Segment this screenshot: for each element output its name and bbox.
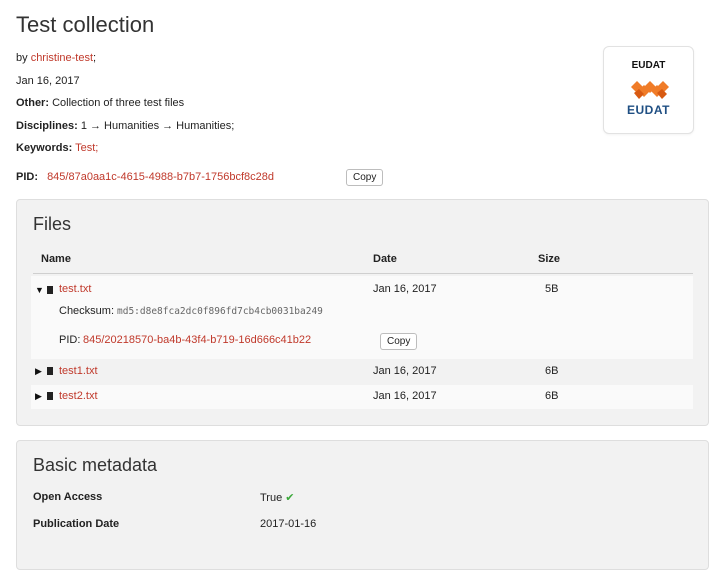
by-label: by (16, 52, 28, 64)
file-pid-link[interactable]: 845/20218570-ba4b-43f4-b719-16d666c41b22 (83, 334, 311, 346)
file-icon (47, 367, 53, 375)
file-row-test1-txt: ▶ test1.txt Jan 16, 2017 6B (31, 360, 693, 384)
author-link[interactable]: christine-test (31, 52, 93, 64)
chevron-down-icon[interactable]: ▼ (35, 285, 44, 295)
record-date: Jan 16, 2017 (16, 75, 80, 87)
disciplines-label: Disciplines: (16, 120, 78, 132)
publication-date-value: 2017-01-16 (260, 518, 317, 530)
file-size: 6B (545, 365, 559, 377)
file-icon (47, 286, 53, 294)
record-pid-row: PID: 845/87a0aa1c-4615-4988-b7b7-1756bcf… (16, 171, 274, 183)
header-divider (33, 273, 693, 274)
badge-title: EUDAT (631, 60, 666, 71)
basic-metadata-panel: Basic metadata Open Access True ✔ Public… (16, 440, 709, 570)
publication-date-label: Publication Date (33, 518, 120, 530)
pid-label: PID: (16, 171, 38, 183)
copy-file-pid-button[interactable]: Copy (380, 333, 418, 350)
file-name-link[interactable]: test2.txt (59, 390, 98, 402)
files-panel: Files Name Date Size ▼ test.txt Jan 16, … (16, 199, 709, 426)
checkmark-icon: ✔ (285, 492, 295, 504)
checksum-value: md5:d8e8fca2dc0f896fd7cb4cb0031ba249 (117, 306, 323, 317)
file-name-link[interactable]: test.txt (59, 283, 91, 295)
open-access-label: Open Access (33, 491, 103, 503)
keywords-line: Keywords: Test; (16, 142, 98, 154)
open-access-value-wrap: True ✔ (260, 491, 295, 504)
column-header-date[interactable]: Date (373, 253, 397, 265)
file-icon (47, 392, 53, 400)
copy-record-pid-button[interactable]: Copy (346, 169, 384, 186)
other-line: Other: Collection of three test files (16, 97, 184, 109)
column-header-name[interactable]: Name (41, 253, 71, 265)
column-header-size[interactable]: Size (538, 253, 560, 265)
eudat-logo-icon (631, 81, 669, 99)
file-date: Jan 16, 2017 (373, 365, 437, 377)
badge-logo-text: EUDAT (627, 103, 670, 117)
other-label: Other: (16, 97, 49, 109)
eudat-badge[interactable]: EUDAT EUDAT (603, 46, 694, 134)
file-pid-label: PID: (59, 334, 81, 346)
file-row-test2-txt: ▶ test2.txt Jan 16, 2017 6B (31, 385, 693, 409)
page-title: Test collection (16, 12, 155, 37)
chevron-right-icon[interactable]: ▶ (35, 391, 42, 402)
file-date: Jan 16, 2017 (373, 283, 437, 295)
disciplines-line: Disciplines: 1 → Humanities → Humanities… (16, 120, 234, 132)
author-suffix: ; (93, 52, 97, 64)
disciplines-value: 1 → Humanities → Humanities; (80, 120, 235, 132)
chevron-right-icon[interactable]: ▶ (35, 366, 42, 377)
file-date: Jan 16, 2017 (373, 390, 437, 402)
file-size: 6B (545, 390, 559, 402)
keyword-link[interactable]: Test; (75, 142, 98, 154)
files-heading: Files (33, 214, 72, 234)
file-size: 5B (545, 283, 559, 295)
author-line: by christine-test; (16, 52, 96, 64)
file-name-link[interactable]: test1.txt (59, 365, 98, 377)
file-row-test-txt: ▼ test.txt Jan 16, 2017 5B Checksum: md5… (31, 276, 693, 359)
basic-metadata-heading: Basic metadata (33, 455, 158, 475)
open-access-value: True (260, 492, 283, 504)
checksum-label: Checksum: (59, 305, 115, 317)
keywords-label: Keywords: (16, 142, 73, 154)
record-pid-link[interactable]: 845/87a0aa1c-4615-4988-b7b7-1756bcf8c28d (47, 171, 274, 183)
other-value: Collection of three test files (52, 97, 185, 109)
